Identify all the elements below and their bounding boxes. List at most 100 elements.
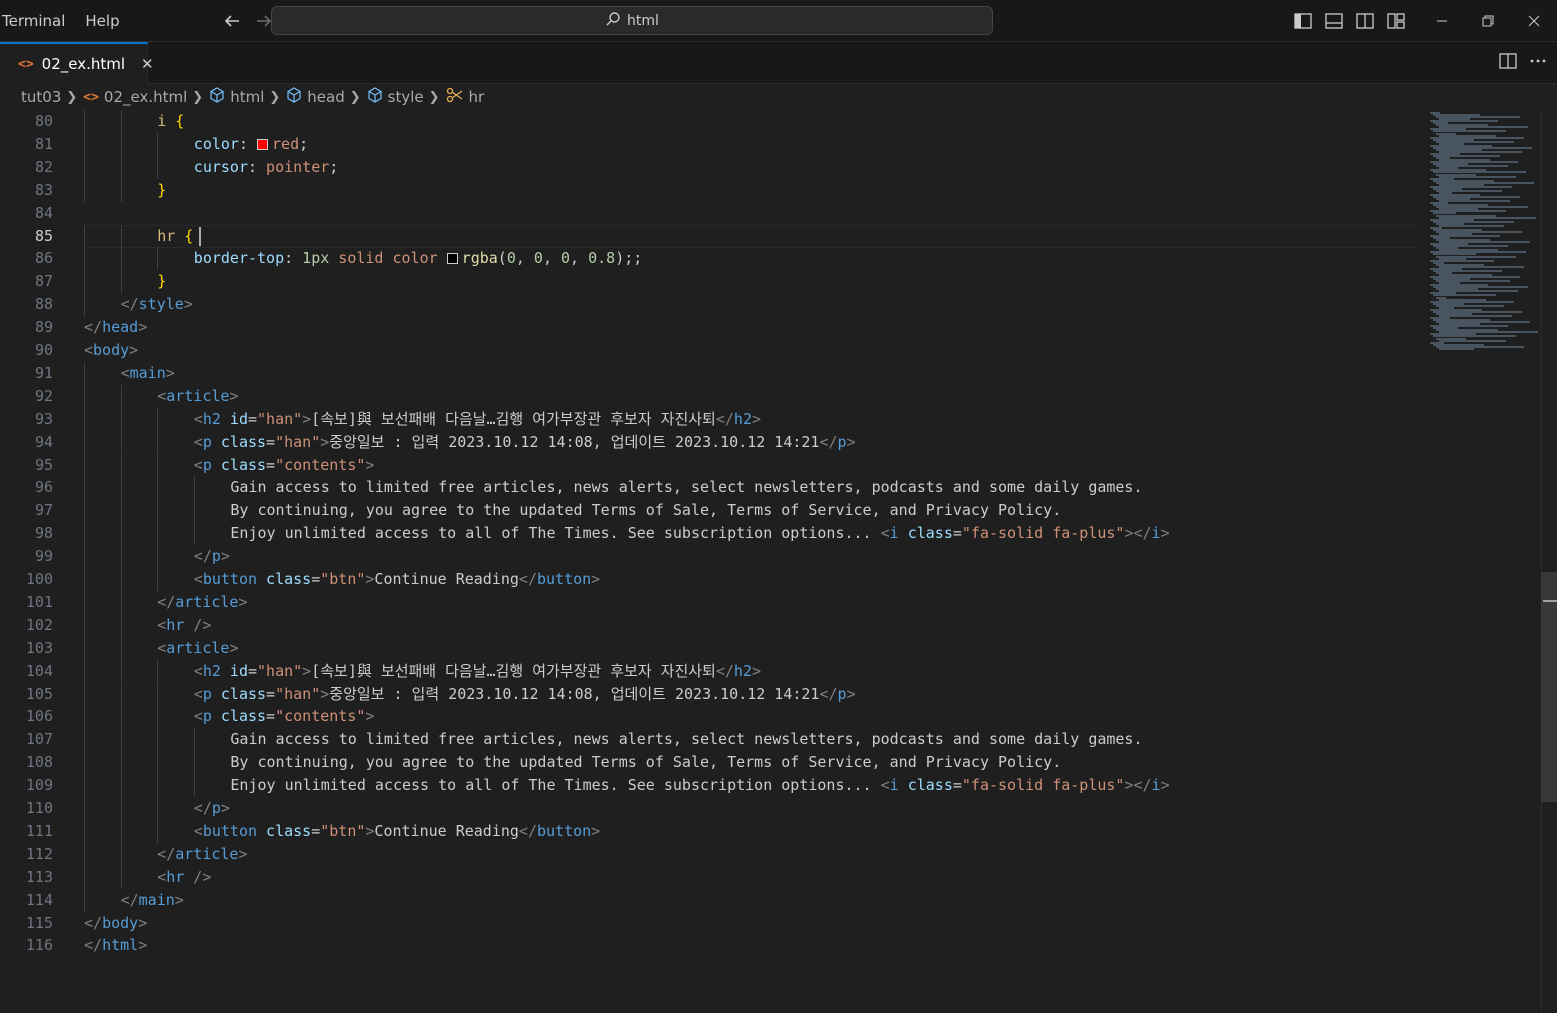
code-line: </body> bbox=[84, 912, 147, 935]
color-swatch[interactable] bbox=[446, 253, 458, 265]
toggle-primary-sidebar-icon[interactable] bbox=[1287, 6, 1318, 36]
menu-help[interactable]: Help bbox=[75, 0, 129, 42]
toggle-secondary-sidebar-icon[interactable] bbox=[1349, 6, 1380, 36]
line-number: 94 bbox=[34, 432, 53, 451]
tab-02-ex-html[interactable]: <> 02_ex.html ✕ bbox=[0, 42, 154, 84]
code-token: > bbox=[365, 707, 375, 726]
breadcrumb-item-html[interactable]: html bbox=[209, 87, 264, 107]
code-token: pointer bbox=[266, 157, 330, 176]
line-number: 106 bbox=[25, 707, 53, 726]
code-line: <button class="btn">Continue Reading</bu… bbox=[194, 568, 600, 591]
code-token: red bbox=[272, 134, 300, 153]
code-token: </ bbox=[157, 592, 176, 611]
indent-guide bbox=[120, 865, 122, 889]
code-token: < bbox=[120, 363, 130, 382]
code-token: </ bbox=[120, 890, 139, 909]
code-token: ></ bbox=[1124, 776, 1152, 795]
code-token: { bbox=[175, 112, 185, 130]
indent-guide bbox=[120, 224, 122, 248]
line-number: 98 bbox=[34, 524, 53, 543]
indent-guide bbox=[120, 682, 122, 706]
indent-guide bbox=[120, 705, 122, 729]
indent-guide bbox=[84, 636, 85, 660]
code-token: < bbox=[880, 776, 890, 795]
indent-guide bbox=[120, 613, 122, 637]
code-token: </ bbox=[157, 844, 176, 863]
line-number: 86 bbox=[34, 249, 53, 268]
code-token: > bbox=[846, 432, 856, 451]
indent-guide bbox=[193, 499, 195, 523]
breadcrumb-item-head[interactable]: head bbox=[286, 87, 345, 107]
indent-guide bbox=[120, 132, 122, 156]
search-text: html bbox=[627, 12, 659, 29]
code-line: </head> bbox=[84, 316, 147, 339]
indent-guide bbox=[84, 247, 85, 271]
code-token: article bbox=[175, 844, 239, 863]
indent-guide bbox=[120, 636, 122, 660]
code-line: <h2 id="han">[속보]與 보선패배 다음날…김행 여가부장관 후보자… bbox=[194, 660, 761, 683]
code-token: = bbox=[247, 409, 258, 428]
code-token: </ bbox=[120, 295, 139, 314]
more-actions-icon[interactable] bbox=[1529, 53, 1547, 73]
code-line: color: red; bbox=[194, 133, 308, 156]
text-cursor bbox=[199, 226, 202, 246]
code-token: article bbox=[166, 638, 230, 657]
indent-guide bbox=[157, 705, 159, 729]
code-token: 1px bbox=[302, 249, 330, 268]
scrollbar-thumb[interactable] bbox=[1541, 572, 1557, 802]
line-number: 115 bbox=[25, 913, 53, 932]
code-line: <h2 id="han">[속보]與 보선패배 다음날…김행 여가부장관 후보자… bbox=[194, 408, 761, 431]
line-number: 105 bbox=[25, 684, 53, 703]
breadcrumb-label: tut03 bbox=[21, 88, 62, 106]
close-window-icon[interactable] bbox=[1511, 0, 1557, 42]
indent-guide bbox=[120, 659, 122, 683]
code-token: hr bbox=[166, 615, 185, 634]
code-token: </ bbox=[84, 936, 103, 955]
indent-guide bbox=[84, 888, 85, 912]
chevron-right-icon: ❯ bbox=[349, 89, 361, 105]
code-token: class bbox=[257, 570, 312, 588]
split-editor-icon[interactable] bbox=[1499, 53, 1517, 73]
customize-layout-icon[interactable] bbox=[1380, 6, 1411, 36]
code-token: < bbox=[157, 615, 167, 634]
line-number: 93 bbox=[34, 409, 53, 428]
indent-guide bbox=[193, 728, 195, 752]
line-number: 83 bbox=[34, 180, 53, 199]
minimap[interactable] bbox=[1427, 110, 1541, 350]
line-number: 109 bbox=[25, 776, 53, 795]
code-token: i bbox=[889, 776, 899, 795]
breadcrumb-item-file[interactable]: <> 02_ex.html bbox=[83, 88, 187, 106]
code-token: body bbox=[93, 341, 130, 359]
back-arrow-icon[interactable] bbox=[218, 7, 246, 35]
indent-guide bbox=[120, 247, 122, 271]
menu-terminal[interactable]: Terminal bbox=[0, 0, 75, 42]
breadcrumb-item-hr[interactable]: hr bbox=[446, 87, 484, 107]
indent-guide bbox=[157, 430, 159, 454]
breadcrumb-item-style[interactable]: style bbox=[367, 87, 424, 107]
tab-label: 02_ex.html bbox=[41, 55, 126, 73]
scrollbar-cursor-marker bbox=[1543, 600, 1557, 602]
code-token: i bbox=[1151, 524, 1161, 543]
code-token: > bbox=[129, 341, 139, 359]
indent-guide bbox=[84, 178, 85, 202]
minimize-icon[interactable] bbox=[1419, 0, 1465, 42]
breadcrumb-item-folder[interactable]: tut03 bbox=[21, 88, 61, 106]
css-rule-icon bbox=[446, 87, 464, 107]
line-number: 88 bbox=[34, 295, 53, 314]
command-center-search[interactable]: html bbox=[271, 6, 993, 35]
code-token: "btn" bbox=[320, 570, 366, 588]
line-number: 116 bbox=[25, 936, 53, 955]
line-number: 90 bbox=[34, 341, 53, 359]
close-icon[interactable]: ✕ bbox=[141, 55, 154, 73]
code-token: > bbox=[365, 455, 375, 474]
code-token: By continuing, you agree to the updated … bbox=[230, 501, 1062, 520]
code-token: );; bbox=[615, 249, 643, 268]
code-token: = bbox=[952, 776, 962, 795]
vertical-scrollbar[interactable] bbox=[1541, 110, 1557, 1013]
restore-icon[interactable] bbox=[1465, 0, 1511, 42]
code-editor[interactable]: 80 i {81 color: red; 82 cursor: pointer; 83} 8… bbox=[0, 110, 1557, 1013]
color-swatch[interactable] bbox=[257, 138, 269, 150]
code-line: </style> bbox=[121, 293, 193, 316]
line-number: 97 bbox=[34, 501, 53, 520]
toggle-panel-icon[interactable] bbox=[1318, 6, 1349, 36]
